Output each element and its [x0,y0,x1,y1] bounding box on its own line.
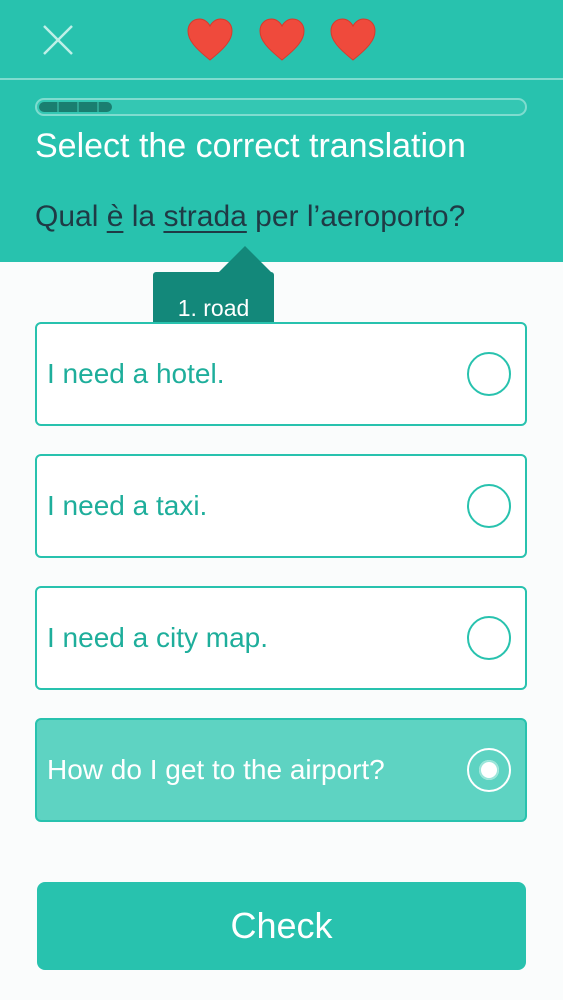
hint-word-strada[interactable]: strada [163,200,246,233]
option-label: How do I get to the airport? [47,754,385,785]
close-icon [43,25,73,55]
radio-button[interactable] [467,484,511,528]
option-label: I need a hotel. [47,358,225,389]
tooltip-arrow [219,246,271,272]
radio-dot [479,760,499,780]
answer-option-selected[interactable]: How do I get to the airport? [35,718,527,822]
sentence-part: per l’aeroporto [246,200,449,233]
heart-icon [257,16,307,66]
instruction-text: Select the correct translation [35,127,466,165]
sentence-part: la [123,200,164,233]
option-label: I need a city map. [47,622,269,653]
source-sentence: Qual è la strada per l’aeroporto? [35,195,563,239]
close-button[interactable] [38,20,78,60]
check-button[interactable]: Check [37,882,526,970]
progress-fill [39,102,112,112]
answer-option[interactable]: I need a city map. [35,586,527,690]
lives-indicator [185,16,385,66]
sentence-part: ? [448,200,466,233]
sentence-part: Qual [35,200,107,233]
answer-option[interactable]: I need a hotel. [35,322,527,426]
top-bar [0,0,563,78]
heart-icon [185,16,235,66]
answer-option[interactable]: I need a taxi. [35,454,527,558]
option-label: I need a taxi. [47,490,208,521]
hint-word-e[interactable]: è [107,200,124,233]
divider [0,78,563,80]
heart-icon [328,16,378,66]
radio-button-selected[interactable] [467,748,511,792]
exercise-header: Select the correct translation Qual è la… [0,0,563,262]
progress-bar [35,98,527,116]
radio-button[interactable] [467,616,511,660]
radio-button[interactable] [467,352,511,396]
